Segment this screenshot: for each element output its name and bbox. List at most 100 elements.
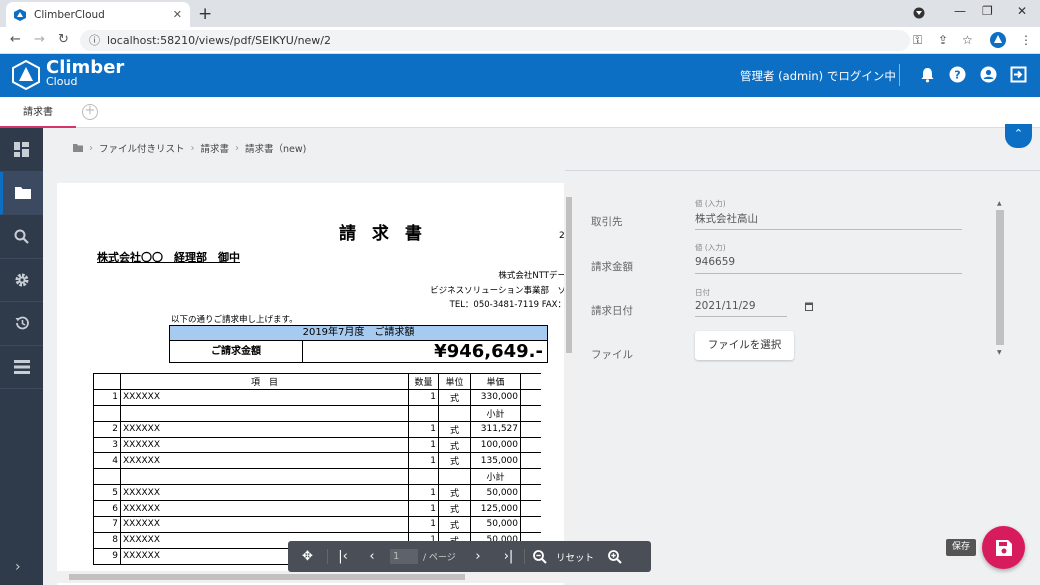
expand-sidebar-icon[interactable]: › [15,559,21,575]
restore-icon[interactable]: ❐ [982,4,993,18]
new-tab-button[interactable]: + [198,4,212,24]
table-header-row: 項 目 数量 単位 単価 [93,373,541,390]
breadcrumb-item-list[interactable]: ファイル付きリスト [99,141,185,155]
table-cell: 311,527 [470,420,521,438]
profile-icon[interactable] [913,7,925,19]
table-cell: 8 [93,531,121,549]
client-field[interactable]: 株式会社高山 [695,211,758,226]
scrollbar-thumb[interactable] [69,574,465,580]
sidebar-item-history[interactable] [0,302,43,346]
zoom-reset-button[interactable]: リセット [556,550,594,564]
table-row: 7 XXXXXX 1 式 50,000 [93,516,541,533]
account-icon[interactable] [980,66,997,83]
pdf-horizontal-scrollbar[interactable] [57,571,566,583]
header-divider [899,64,900,86]
table-row: 5 XXXXXX 1 式 50,000 [93,484,541,502]
amount-field[interactable]: 946659 [695,256,735,268]
pdf-vertical-scrollbar[interactable] [564,183,574,585]
browser-tab-strip: ClimberCloud ✕ + — ❐ ✕ [0,0,1040,27]
scroll-down-arrow-icon[interactable]: ▼ [997,349,1002,356]
next-page-icon[interactable]: › [463,549,493,564]
sender-line: 株式会社NTTデー [498,271,566,281]
url-input[interactable]: ⓘ localhost:58210/views/pdf/SEIKYU/new/2 [80,30,910,51]
browser-tab-title: ClimberCloud [34,8,105,21]
table-cell [93,468,121,486]
date-label: 請求日付 [591,305,633,317]
choose-file-button[interactable]: ファイルを選択 [695,331,794,360]
table-header-cell: 項 目 [120,373,409,390]
help-icon[interactable]: ? [949,66,966,83]
table-cell: 1 [408,500,439,518]
back-icon[interactable]: ← [10,32,21,47]
key-icon[interactable]: ⚿ [913,33,922,48]
table-cell [520,388,541,406]
close-tab-icon[interactable]: ✕ [173,8,182,21]
minimize-icon[interactable]: — [954,4,966,18]
table-cell: 1 [408,452,439,470]
table-cell: XXXXXX [120,388,409,406]
zoom-out-icon[interactable] [533,549,547,564]
date-field[interactable]: 2021/11/29 [695,300,756,312]
table-cell: 1 [408,436,439,454]
table-row: 小計 [93,468,541,486]
logout-icon[interactable] [1010,66,1027,83]
sidebar-item-search[interactable] [0,215,43,259]
pdf-toolbar: ✥ |‹ ‹ 1 / ページ › ›| リセット [288,541,651,572]
table-cell: 50,000 [470,484,521,502]
table-cell: 1 [93,388,121,406]
save-button[interactable] [982,526,1025,569]
sidebar-item-folder[interactable] [0,171,43,215]
sidebar-item-settings[interactable] [0,259,43,302]
last-page-icon[interactable]: ›| [493,549,525,564]
breadcrumb-folder-icon[interactable] [73,144,83,152]
file-label: ファイル [591,349,633,361]
table-cell: 2 [93,420,121,438]
logo[interactable]: Climber Cloud [12,57,125,90]
table-cell: XXXXXX [120,516,409,533]
scroll-top-button[interactable]: ⌃ [1005,124,1032,148]
prev-page-icon[interactable]: ‹ [358,549,386,564]
table-cell [120,404,409,422]
table-cell [120,468,409,486]
page-number-input[interactable]: 1 [390,549,418,564]
site-info-icon[interactable]: ⓘ [89,30,100,51]
table-header-cell: 単位 [438,373,471,390]
calendar-icon[interactable] [805,302,813,311]
table-header-cell [520,373,541,390]
logo-text-climber: Climber [46,57,125,78]
reload-icon[interactable]: ↻ [58,32,69,47]
bookmark-star-icon[interactable]: ☆ [962,33,973,47]
scrollbar-thumb[interactable] [566,197,572,353]
table-cell: 1 [408,420,439,438]
sidebar-item-dashboard[interactable] [0,128,43,172]
zoom-in-icon[interactable] [608,549,622,564]
table-cell: 5 [93,484,121,502]
tab-invoice[interactable]: 請求書 [0,97,76,128]
form-scrollbar[interactable]: ▲ ▼ [995,200,1004,360]
scroll-up-arrow-icon[interactable]: ▲ [997,200,1002,207]
first-page-icon[interactable]: |‹ [328,549,358,564]
table-cell [520,468,541,486]
forward-icon[interactable]: → [34,32,45,47]
window-close-icon[interactable]: ✕ [1017,4,1027,18]
browser-tab[interactable]: ClimberCloud ✕ [6,2,190,27]
pan-icon[interactable]: ✥ [288,549,328,564]
add-tab-icon[interactable]: + [82,104,98,120]
svg-text:?: ? [954,69,960,82]
table-cell: 100,000 [470,436,521,454]
table-cell [520,484,541,502]
table-cell: 50,000 [470,516,521,533]
invoice-title: 請 求 書 [339,224,427,244]
scrollbar-thumb[interactable] [996,210,1004,345]
table-cell: 式 [438,516,471,533]
table-cell [408,404,439,422]
extension-icon[interactable] [990,32,1006,48]
table-cell: 135,000 [470,452,521,470]
browser-menu-icon[interactable]: ⋮ [1020,33,1032,47]
pdf-viewer[interactable]: 請 求 書 2 株式会社〇〇 経理部 御中 株式会社NTTデー ビジネスソリュー… [57,183,566,585]
table-cell: XXXXXX [120,500,409,518]
bell-icon[interactable] [919,66,936,83]
share-icon[interactable]: ⇪ [938,33,948,47]
breadcrumb-item-invoice[interactable]: 請求書 [201,141,230,155]
sidebar-item-list[interactable] [0,346,43,389]
